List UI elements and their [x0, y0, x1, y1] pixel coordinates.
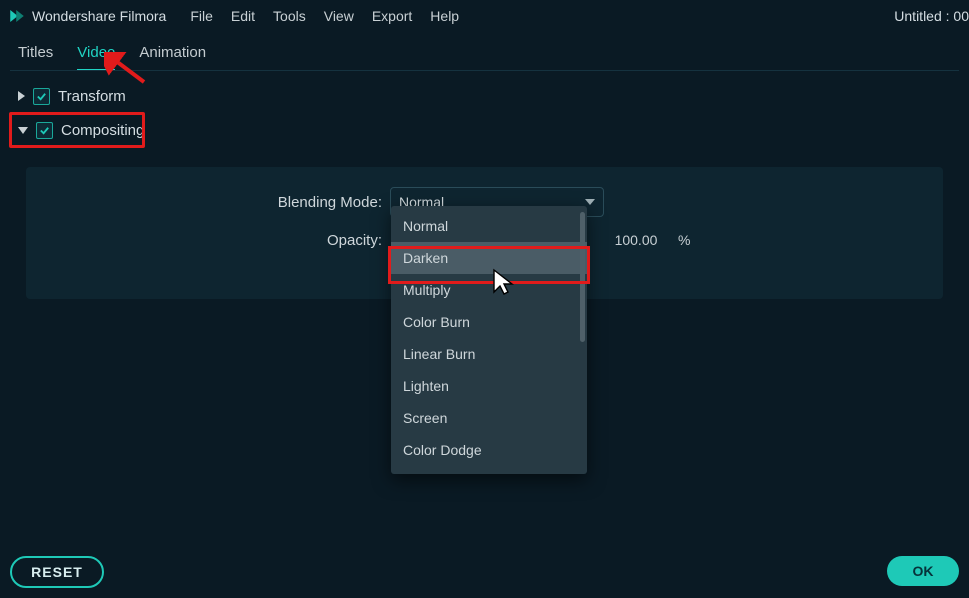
section-compositing[interactable]: Compositing: [12, 113, 957, 147]
chevron-down-icon: [585, 199, 595, 205]
dropdown-option-color-burn[interactable]: Color Burn: [391, 306, 587, 338]
section-compositing-label: Compositing: [61, 122, 144, 139]
dropdown-option-lighten[interactable]: Lighten: [391, 370, 587, 402]
project-name: Untitled : 00: [894, 0, 969, 32]
menubar: Wondershare Filmora File Edit Tools View…: [0, 0, 969, 32]
menu-export[interactable]: Export: [372, 8, 412, 24]
section-transform[interactable]: Transform: [12, 79, 957, 113]
checkbox-compositing[interactable]: [36, 122, 53, 139]
menu-tools[interactable]: Tools: [273, 8, 306, 24]
dropdown-option-linear-burn[interactable]: Linear Burn: [391, 338, 587, 370]
tab-animation[interactable]: Animation: [139, 44, 206, 71]
tab-video[interactable]: Video: [77, 44, 115, 71]
dropdown-option-screen[interactable]: Screen: [391, 402, 587, 434]
menu-help[interactable]: Help: [430, 8, 459, 24]
sections: Transform Compositing: [0, 71, 969, 147]
ok-button[interactable]: OK: [887, 556, 959, 586]
opacity-value[interactable]: 100.00: [600, 232, 672, 248]
tab-separator: [10, 70, 959, 71]
app-title: Wondershare Filmora: [32, 8, 166, 24]
disclosure-right-icon[interactable]: [18, 91, 25, 101]
reset-button[interactable]: RESET: [10, 556, 104, 588]
checkbox-transform[interactable]: [33, 88, 50, 105]
opacity-unit: %: [678, 232, 690, 248]
section-transform-label: Transform: [58, 88, 126, 105]
dropdown-option-multiply[interactable]: Multiply: [391, 274, 587, 306]
blending-mode-label: Blending Mode:: [26, 194, 390, 211]
dropdown-scrollbar[interactable]: [580, 212, 585, 342]
menu-items: File Edit Tools View Export Help: [190, 8, 459, 24]
menu-edit[interactable]: Edit: [231, 8, 255, 24]
menu-view[interactable]: View: [324, 8, 354, 24]
dropdown-option-normal[interactable]: Normal: [391, 210, 587, 242]
app-logo-icon: [8, 7, 26, 25]
blending-mode-dropdown[interactable]: Normal Darken Multiply Color Burn Linear…: [391, 206, 587, 474]
footer: RESET OK: [0, 556, 969, 588]
opacity-label: Opacity:: [26, 232, 390, 249]
properties-tabs: Titles Video Animation: [0, 32, 969, 71]
disclosure-down-icon[interactable]: [18, 127, 28, 134]
tab-titles[interactable]: Titles: [18, 44, 53, 71]
menu-file[interactable]: File: [190, 8, 213, 24]
dropdown-option-color-dodge[interactable]: Color Dodge: [391, 434, 587, 466]
dropdown-option-darken[interactable]: Darken: [391, 242, 587, 274]
